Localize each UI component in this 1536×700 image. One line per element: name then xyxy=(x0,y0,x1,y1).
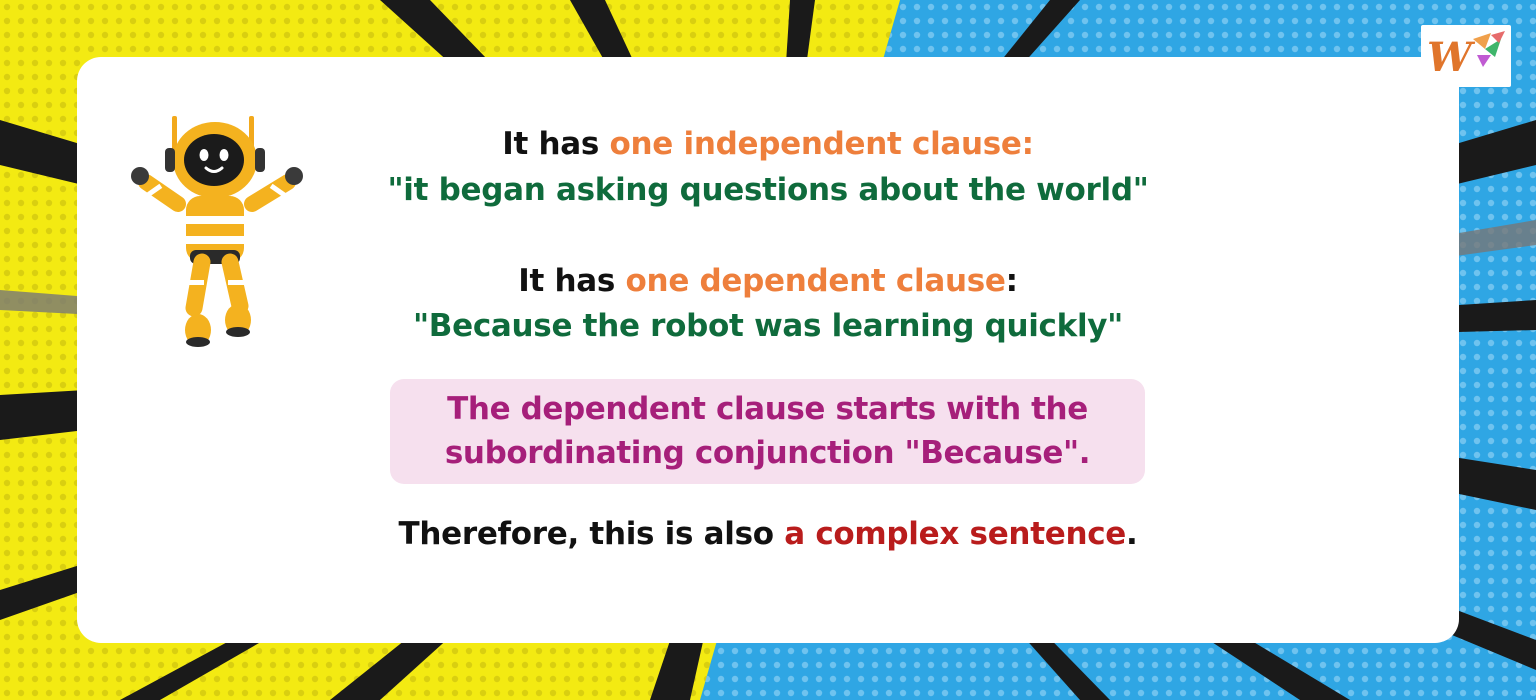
dependent-clause-heading: It has one dependent clause: xyxy=(77,263,1459,299)
logo-icon: W xyxy=(1427,31,1505,81)
dependent-lead: It has xyxy=(518,263,626,299)
w-brand-logo: W xyxy=(1421,25,1511,87)
conclusion-sentence: Therefore, this is also a complex senten… xyxy=(77,516,1459,552)
dependent-colon: : xyxy=(1005,263,1018,299)
independent-label: one independent clause: xyxy=(609,126,1035,162)
independent-lead: It has xyxy=(502,126,610,162)
dependent-label: one dependent clause xyxy=(625,263,1006,299)
note-line-2: subordinating conjunction "Because". xyxy=(444,435,1091,471)
dependent-clause-quote: "Because the robot was learning quickly" xyxy=(412,308,1124,344)
conjunction-note: The dependent clause starts with the sub… xyxy=(390,379,1145,484)
svg-text:W: W xyxy=(1427,34,1476,81)
conclusion-period: . xyxy=(1126,516,1138,552)
independent-clause-quote: "it began asking questions about the wor… xyxy=(387,172,1149,208)
conclusion-lead: Therefore, this is also xyxy=(398,516,785,552)
complex-sentence-highlight: a complex sentence xyxy=(784,516,1127,552)
note-line-1: The dependent clause starts with the xyxy=(447,391,1088,427)
independent-clause-heading: It has one independent clause: xyxy=(77,126,1459,162)
